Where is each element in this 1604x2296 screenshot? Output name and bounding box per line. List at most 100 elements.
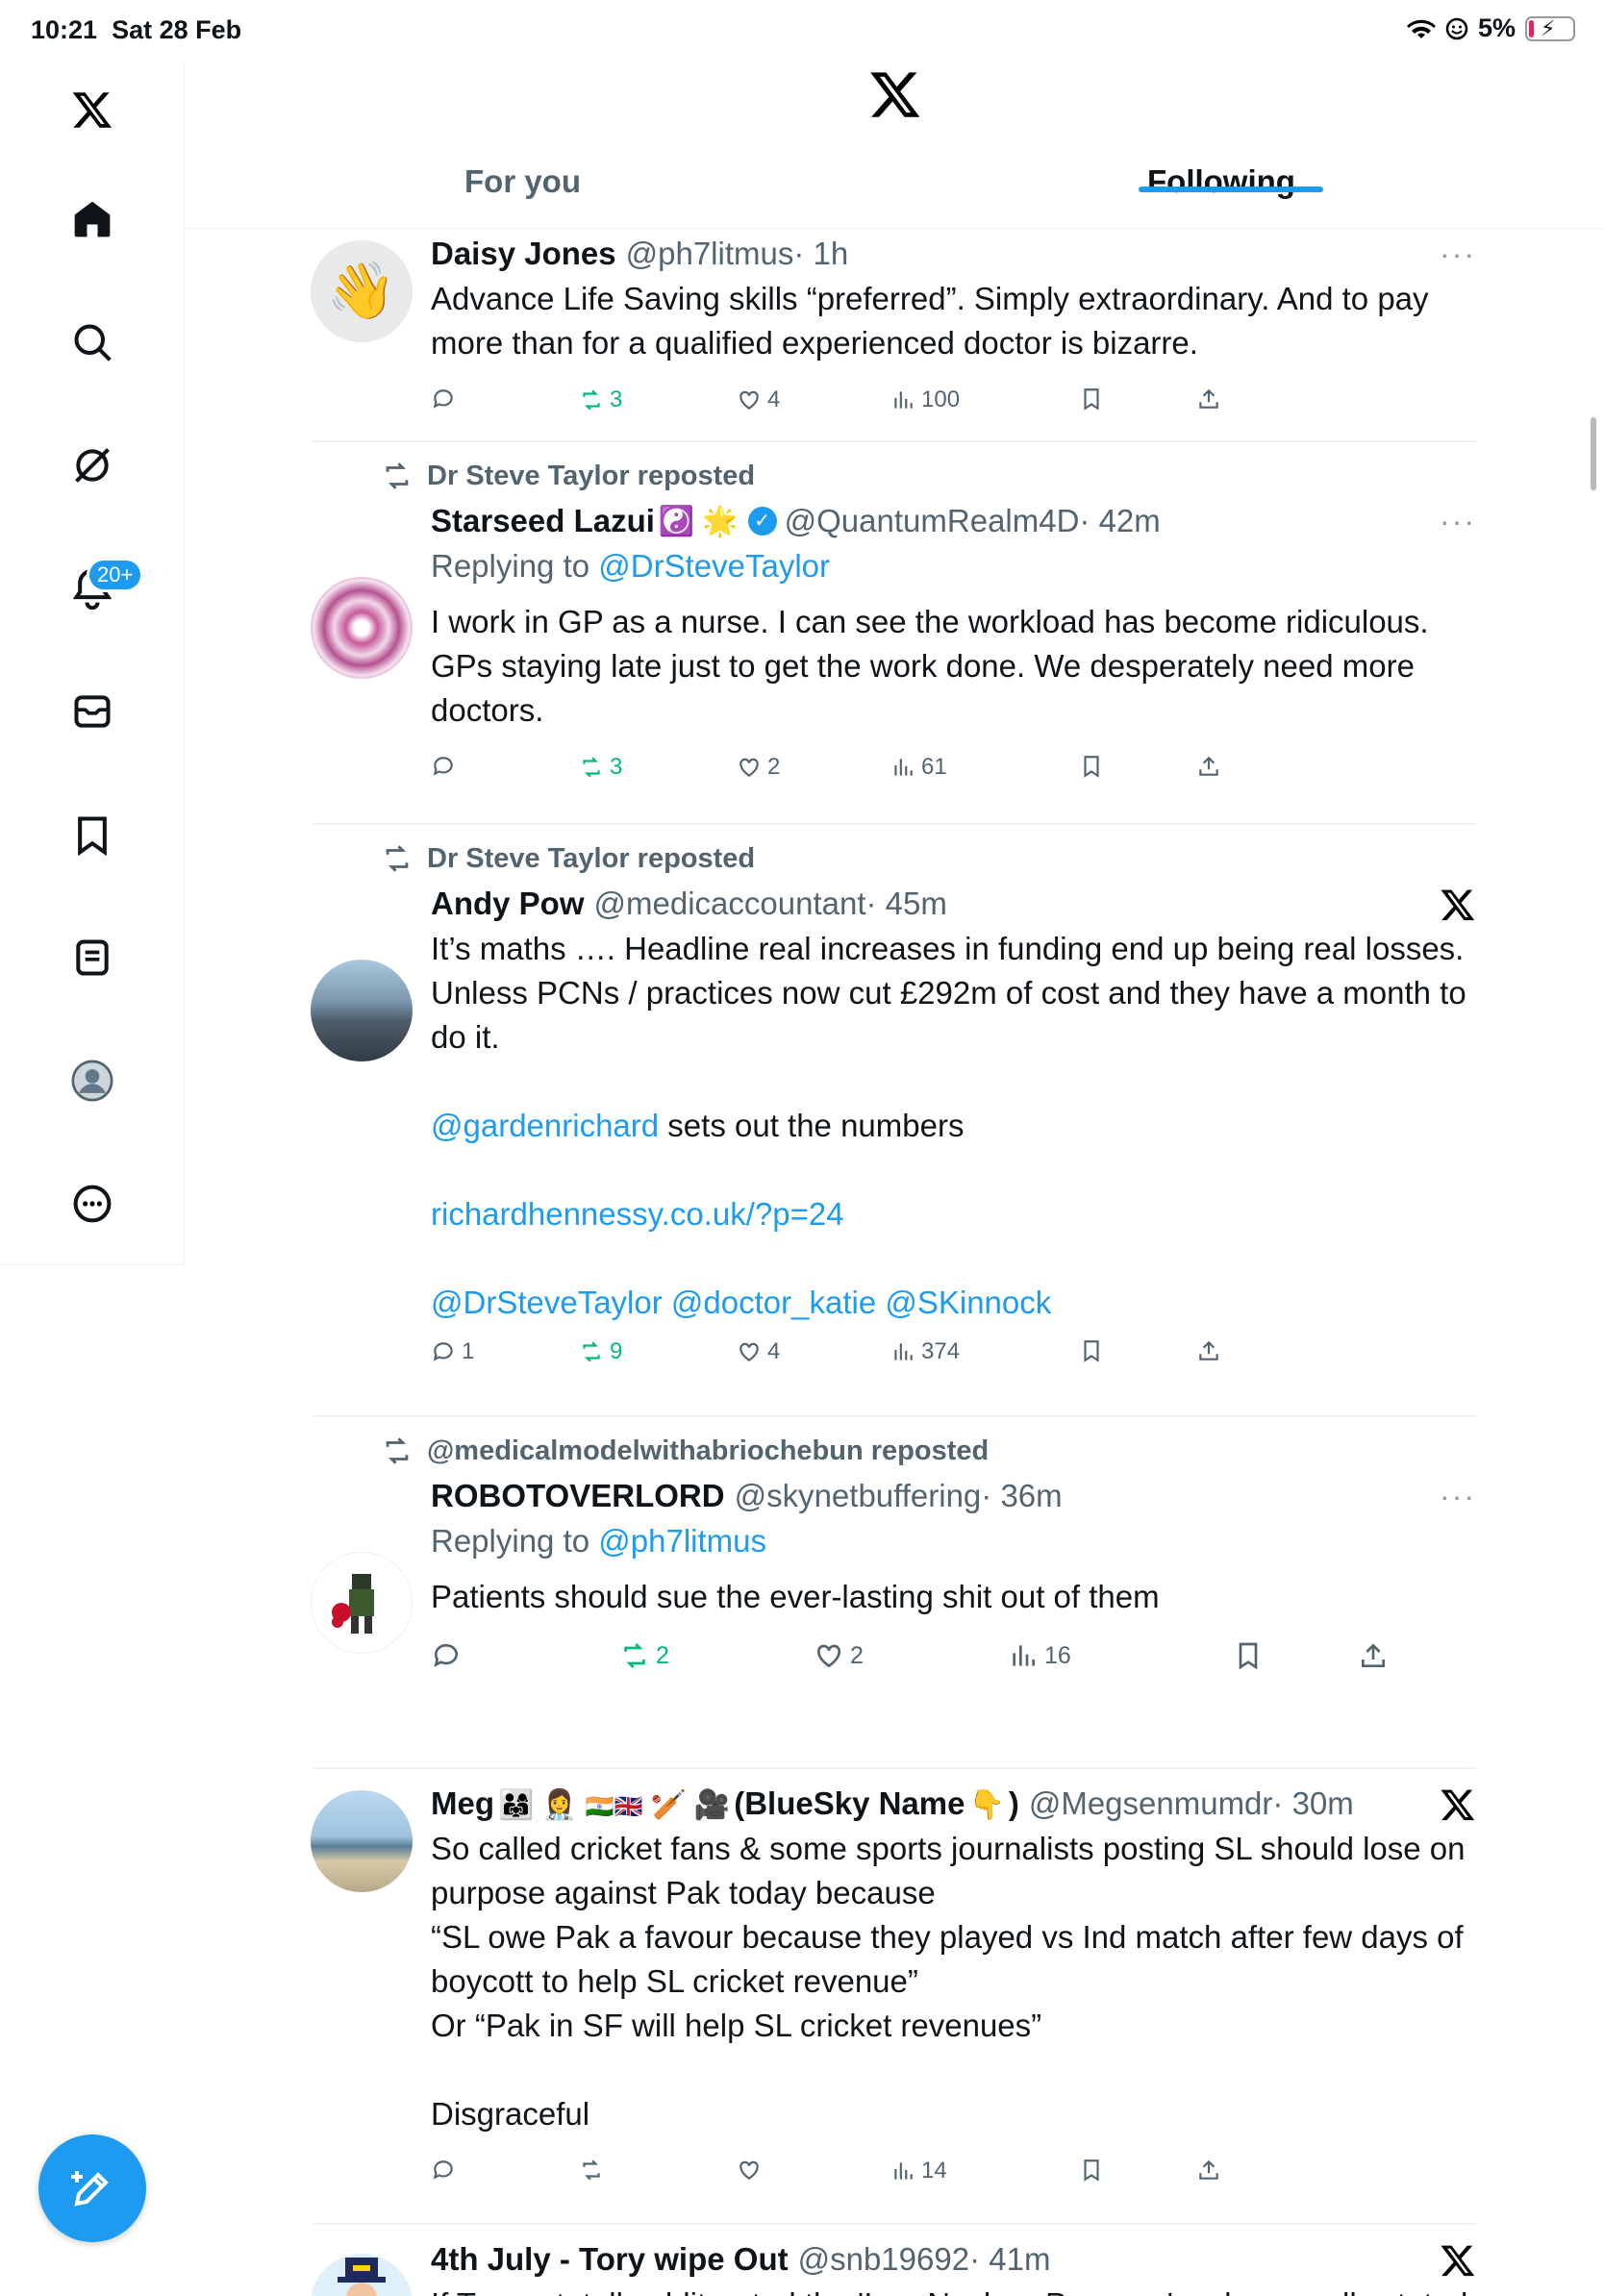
bookmark-icon (1084, 1340, 1099, 1362)
like-button[interactable]: 2 (737, 754, 780, 781)
bookmark-button[interactable] (1079, 387, 1104, 412)
tweet-actions: 1 9 4 374 (431, 1331, 1476, 1388)
avatar[interactable] (311, 1790, 413, 1892)
avatar[interactable] (311, 1552, 413, 1654)
heart-icon (739, 390, 759, 410)
more-options-icon[interactable]: ··· (1440, 504, 1476, 539)
tweet-text: “SL owe Pak a favour because they played… (431, 1919, 1464, 1999)
profile-icon[interactable] (65, 1054, 119, 1108)
repost-icon (583, 757, 600, 778)
x-logo-icon (870, 72, 920, 117)
bookmark-button[interactable] (1079, 1338, 1104, 1363)
reply-icon (434, 1643, 458, 1667)
yin-yang-emoji: ☯️ (658, 505, 695, 537)
share-button[interactable] (1196, 387, 1221, 412)
repost-button[interactable]: 2 (619, 1640, 669, 1671)
views-icon (894, 1343, 913, 1360)
reply-button[interactable] (431, 1640, 462, 1671)
more-options-icon[interactable]: ··· (1440, 237, 1476, 272)
repost-icon (624, 1643, 645, 1668)
reply-context: Replying to @DrSteveTaylor (431, 548, 830, 584)
tab-for-you[interactable]: For you (464, 163, 581, 200)
x-logo-icon[interactable] (1440, 1786, 1476, 1823)
views-button[interactable]: 16 (1008, 1640, 1071, 1671)
repost-indicator[interactable]: @medicalmodelwithabriochebun reposted (381, 1429, 1476, 1473)
reply-button[interactable]: 1 (431, 1338, 474, 1365)
like-button[interactable]: 2 (814, 1640, 864, 1671)
reply-to-link[interactable]: @DrSteveTaylor (598, 548, 830, 584)
author-name[interactable]: 4th July - Tory wipe Out (431, 2241, 789, 2278)
bookmarks-icon[interactable] (65, 808, 119, 861)
reply-button[interactable] (431, 754, 456, 779)
cartoon-avatar-icon (338, 2258, 386, 2296)
status-right: 5% ⚡ (1406, 13, 1575, 43)
lists-icon[interactable] (65, 931, 119, 985)
messages-icon[interactable] (65, 685, 119, 738)
share-button[interactable] (1358, 1640, 1389, 1671)
like-button[interactable] (737, 2158, 762, 2183)
tab-following[interactable]: Following ⌄ (1147, 163, 1320, 200)
bookmark-button[interactable] (1079, 754, 1104, 779)
compose-button[interactable] (38, 2134, 146, 2242)
author-name[interactable]: Starseed Lazui (431, 503, 655, 539)
repost-button[interactable]: 3 (579, 754, 622, 781)
tweet[interactable]: Dr Steve Taylor reposted Andy Pow @medica… (311, 827, 1476, 1417)
repost-button[interactable]: 9 (579, 1338, 622, 1365)
tweet[interactable]: 👋 Daisy Jones @ph7litmus · 1h ··· Advance … (311, 231, 1476, 442)
repost-indicator[interactable]: Dr Steve Taylor reposted (381, 836, 1476, 881)
author-handle[interactable]: @Megsenmumdr (1029, 1785, 1273, 1822)
share-button[interactable] (1196, 1338, 1221, 1363)
verified-badge-icon: ✓ (747, 507, 777, 536)
tweet[interactable]: Meg 👨‍👩‍👧 👩‍⚕️ 🇮🇳🇬🇧 🏏 🎥 (BlueSky Name 👇) @Megsen… (311, 1771, 1476, 2225)
url-link[interactable]: richardhennessy.co.uk/?p=24 (431, 1192, 1476, 1236)
mention-link[interactable]: @gardenrichard (431, 1108, 659, 1143)
views-button[interactable]: 100 (890, 387, 960, 413)
post-time: · 42m (1079, 503, 1161, 538)
author-handle[interactable]: @skynetbuffering (735, 1478, 982, 1514)
views-button[interactable]: 14 (890, 2158, 947, 2184)
reply-to-link[interactable]: @ph7litmus (598, 1523, 766, 1559)
tweet[interactable]: 4th July - Tory wipe Out@snb19692· 41m I… (311, 2227, 1476, 2296)
repost-indicator[interactable]: Dr Steve Taylor reposted (381, 454, 1476, 498)
repost-icon (583, 1341, 600, 1362)
x-logo-icon[interactable] (1440, 886, 1476, 923)
x-logo-icon[interactable] (1440, 2242, 1476, 2279)
like-button[interactable]: 4 (737, 1338, 780, 1365)
views-button[interactable]: 374 (890, 1338, 960, 1365)
tweet[interactable]: Dr Steve Taylor reposted Starseed Lazui ☯… (311, 444, 1476, 825)
reply-button[interactable] (431, 2158, 456, 2183)
author-handle[interactable]: @ph7litmus (626, 236, 794, 272)
author-handle[interactable]: @QuantumRealm4D (785, 503, 1080, 539)
mentions-links[interactable]: @DrSteveTaylor @doctor_katie @SKinnock (431, 1281, 1476, 1325)
author-handle[interactable]: @medicaccountant (594, 886, 866, 922)
bookmark-button[interactable] (1079, 2158, 1104, 2183)
reply-button[interactable] (431, 387, 456, 412)
author-name[interactable]: ROBOTOVERLORD (431, 1478, 725, 1514)
more-options-icon[interactable]: ··· (1440, 1479, 1476, 1514)
tweet[interactable]: @medicalmodelwithabriochebun reposted RO… (311, 1419, 1476, 1769)
author-handle[interactable]: @snb19692 (798, 2241, 969, 2278)
home-icon[interactable] (65, 192, 119, 246)
repost-button[interactable]: 3 (579, 387, 622, 413)
avatar[interactable] (311, 2254, 413, 2296)
grok-icon[interactable] (65, 438, 119, 492)
views-icon (894, 391, 913, 409)
repost-button[interactable] (579, 2158, 604, 2183)
x-logo-icon[interactable] (65, 83, 119, 137)
search-icon[interactable] (65, 315, 119, 369)
avatar[interactable] (311, 577, 413, 679)
author-name[interactable]: Meg 👨‍👩‍👧 👩‍⚕️ 🇮🇳🇬🇧 🏏 🎥 (BlueSky Name 👇) (431, 1785, 1019, 1822)
avatar[interactable] (311, 960, 413, 1061)
post-time: · 41m (969, 2241, 1051, 2277)
author-name[interactable]: Daisy Jones (431, 236, 616, 272)
heart-icon (739, 1342, 759, 1361)
like-button[interactable]: 4 (737, 387, 780, 413)
avatar[interactable]: 👋 (311, 240, 413, 342)
scrollbar[interactable] (1591, 417, 1596, 490)
author-name[interactable]: Andy Pow (431, 886, 585, 922)
views-button[interactable]: 61 (890, 754, 947, 781)
bookmark-button[interactable] (1233, 1640, 1264, 1671)
share-button[interactable] (1196, 2158, 1221, 2183)
more-icon[interactable] (65, 1177, 119, 1231)
share-button[interactable] (1196, 754, 1221, 779)
